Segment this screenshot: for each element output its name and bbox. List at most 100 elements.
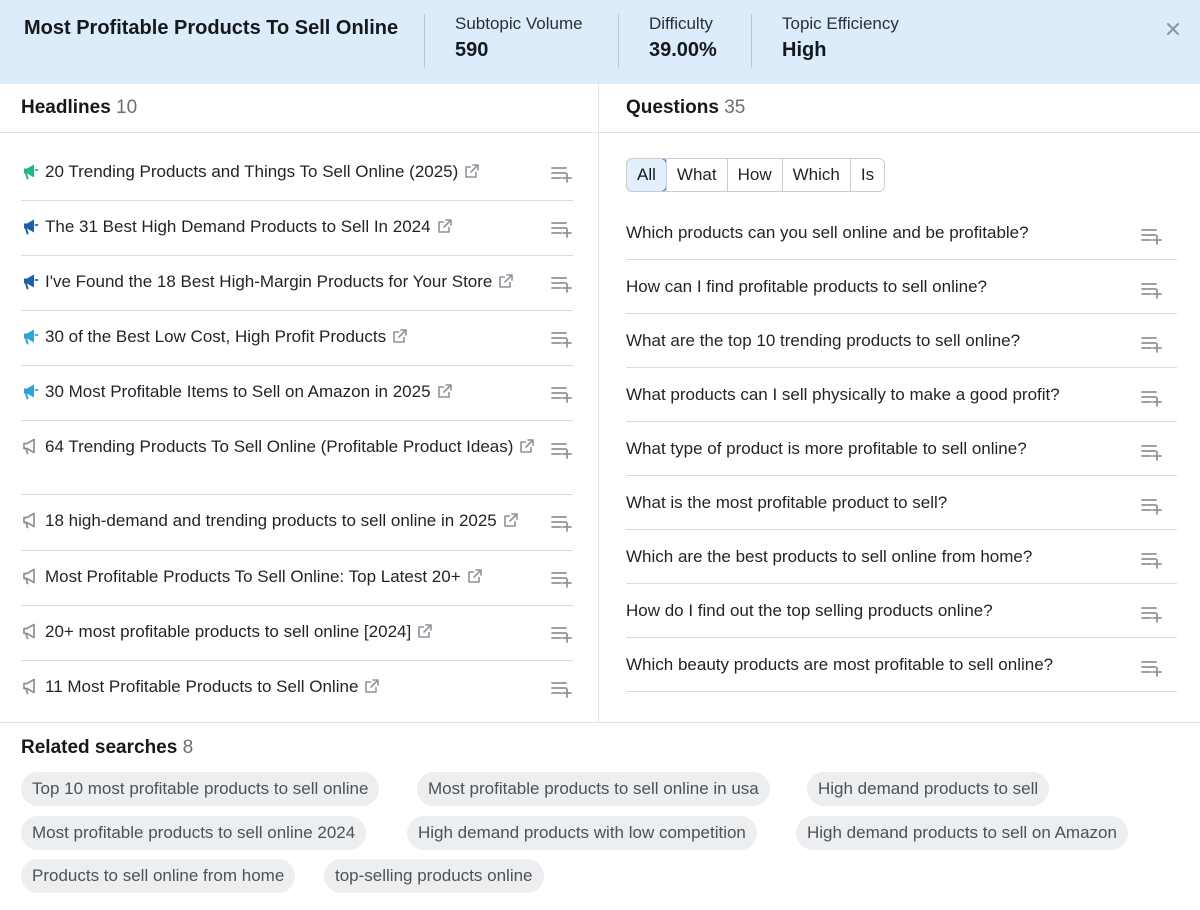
megaphone-outline-icon — [23, 512, 35, 529]
headline-text: 64 Trending Products To Sell Online (Pro… — [45, 436, 545, 460]
add-to-list-icon — [1141, 445, 1162, 461]
headline-link[interactable]: 18 high-demand and trending products to … — [45, 511, 497, 530]
headline-type-icon — [21, 437, 39, 455]
filter-is[interactable]: Is — [849, 159, 884, 191]
add-question-button[interactable] — [1141, 605, 1163, 623]
headline-link[interactable]: 20+ most profitable products to sell onl… — [45, 622, 411, 641]
add-headline-button[interactable] — [551, 680, 573, 698]
headline-row: 20+ most profitable products to sell onl… — [21, 606, 573, 661]
add-headline-button[interactable] — [551, 441, 573, 459]
related-search-chip[interactable]: Most profitable products to sell online … — [417, 772, 770, 806]
add-headline-button[interactable] — [551, 385, 573, 403]
headline-row: I've Found the 18 Best High-Margin Produ… — [21, 256, 573, 311]
headline-text: I've Found the 18 Best High-Margin Produ… — [45, 271, 545, 295]
related-search-chip[interactable]: High demand products to sell — [807, 772, 1050, 806]
megaphone-icon — [24, 219, 39, 235]
headline-link[interactable]: 11 Most Profitable Products to Sell Onli… — [45, 677, 358, 696]
external-link-button[interactable] — [464, 163, 480, 185]
topic-header: Most Profitable Products To Sell Online … — [0, 0, 1200, 84]
metric-topic-efficiency: Topic Efficiency High — [751, 14, 899, 68]
add-question-button[interactable] — [1141, 443, 1163, 461]
external-link-button[interactable] — [437, 218, 453, 240]
megaphone-outline-icon — [23, 568, 35, 585]
external-link-button[interactable] — [364, 678, 380, 700]
headline-text: 30 Most Profitable Items to Sell on Amaz… — [45, 381, 545, 405]
add-to-list-icon — [551, 222, 572, 238]
external-link-icon — [365, 679, 380, 693]
add-headline-button[interactable] — [551, 625, 573, 643]
add-question-button[interactable] — [1141, 335, 1163, 353]
headline-type-icon — [21, 327, 39, 345]
question-text: What type of product is more profitable … — [626, 439, 1027, 458]
external-link-icon — [437, 219, 452, 233]
headline-link[interactable]: Most Profitable Products To Sell Online:… — [45, 567, 461, 586]
topic-title: Most Profitable Products To Sell Online — [24, 17, 399, 39]
filter-which[interactable]: Which — [781, 159, 850, 191]
headline-text: 18 high-demand and trending products to … — [45, 510, 545, 534]
related-searches-count: 8 — [182, 737, 194, 758]
filter-all[interactable]: All — [627, 159, 667, 191]
external-link-icon — [465, 164, 480, 178]
external-link-button[interactable] — [467, 568, 483, 590]
headline-row: 30 of the Best Low Cost, High Profit Pro… — [21, 311, 573, 366]
question-row: How can I find profitable products to se… — [626, 260, 1177, 314]
external-link-button[interactable] — [417, 623, 433, 645]
headline-link[interactable]: 30 of the Best Low Cost, High Profit Pro… — [45, 327, 386, 346]
related-search-chip[interactable]: Top 10 most profitable products to sell … — [21, 772, 380, 806]
add-question-button[interactable] — [1141, 227, 1163, 245]
add-headline-button[interactable] — [551, 330, 573, 348]
external-link-icon — [503, 513, 518, 527]
external-link-button[interactable] — [503, 512, 519, 534]
headline-link[interactable]: 20 Trending Products and Things To Sell … — [45, 162, 458, 181]
question-filter-group: All What How Which Is — [626, 158, 886, 192]
external-link-icon — [499, 274, 514, 288]
add-question-button[interactable] — [1141, 497, 1163, 515]
question-row: What products can I sell physically to m… — [626, 368, 1177, 422]
headline-link[interactable]: 30 Most Profitable Items to Sell on Amaz… — [45, 382, 431, 401]
related-search-chip[interactable]: High demand products with low competitio… — [407, 816, 757, 850]
add-headline-button[interactable] — [551, 220, 573, 238]
add-to-list-icon — [551, 277, 572, 293]
add-question-button[interactable] — [1141, 659, 1163, 677]
metric-label: Subtopic Volume — [455, 14, 583, 33]
related-searches-heading: Related searches 8 — [21, 737, 193, 759]
related-search-chip[interactable]: High demand products to sell on Amazon — [796, 816, 1128, 850]
question-row: How do I find out the top selling produc… — [626, 584, 1177, 638]
headline-link[interactable]: The 31 Best High Demand Products to Sell… — [45, 217, 431, 236]
headline-row: 11 Most Profitable Products to Sell Onli… — [21, 661, 573, 709]
close-icon — [1167, 23, 1179, 35]
headlines-heading: Headlines 10 — [21, 97, 137, 119]
filter-what[interactable]: What — [665, 159, 727, 191]
close-button[interactable] — [1162, 18, 1184, 40]
external-link-icon — [467, 569, 482, 583]
metric-value: 590 — [455, 39, 489, 61]
external-link-button[interactable] — [519, 438, 535, 460]
add-question-button[interactable] — [1141, 551, 1163, 569]
external-link-button[interactable] — [498, 273, 514, 295]
question-row: Which are the best products to sell onli… — [626, 530, 1177, 584]
add-headline-button[interactable] — [551, 570, 573, 588]
add-question-button[interactable] — [1141, 389, 1163, 407]
headline-link[interactable]: 64 Trending Products To Sell Online (Pro… — [45, 437, 513, 456]
headline-link[interactable]: I've Found the 18 Best High-Margin Produ… — [45, 272, 492, 291]
related-search-chip[interactable]: Products to sell online from home — [21, 859, 296, 893]
metric-value: High — [782, 39, 827, 61]
question-text: Which products can you sell online and b… — [626, 223, 1029, 242]
add-to-list-icon — [1141, 283, 1162, 299]
related-search-chip[interactable]: top-selling products online — [324, 859, 544, 893]
add-to-list-icon — [1141, 229, 1162, 245]
external-link-button[interactable] — [437, 383, 453, 405]
add-headline-button[interactable] — [551, 165, 573, 183]
add-to-list-icon — [551, 516, 572, 532]
metric-value: 39.00% — [649, 39, 717, 61]
add-headline-button[interactable] — [551, 275, 573, 293]
megaphone-icon — [24, 274, 39, 290]
filter-how[interactable]: How — [726, 159, 782, 191]
related-search-chip[interactable]: Most profitable products to sell online … — [21, 816, 367, 850]
add-question-button[interactable] — [1141, 281, 1163, 299]
add-headline-button[interactable] — [551, 514, 573, 532]
megaphone-icon — [24, 164, 39, 180]
add-to-list-icon — [1141, 607, 1162, 623]
headline-row: 18 high-demand and trending products to … — [21, 495, 573, 551]
external-link-button[interactable] — [392, 328, 408, 350]
